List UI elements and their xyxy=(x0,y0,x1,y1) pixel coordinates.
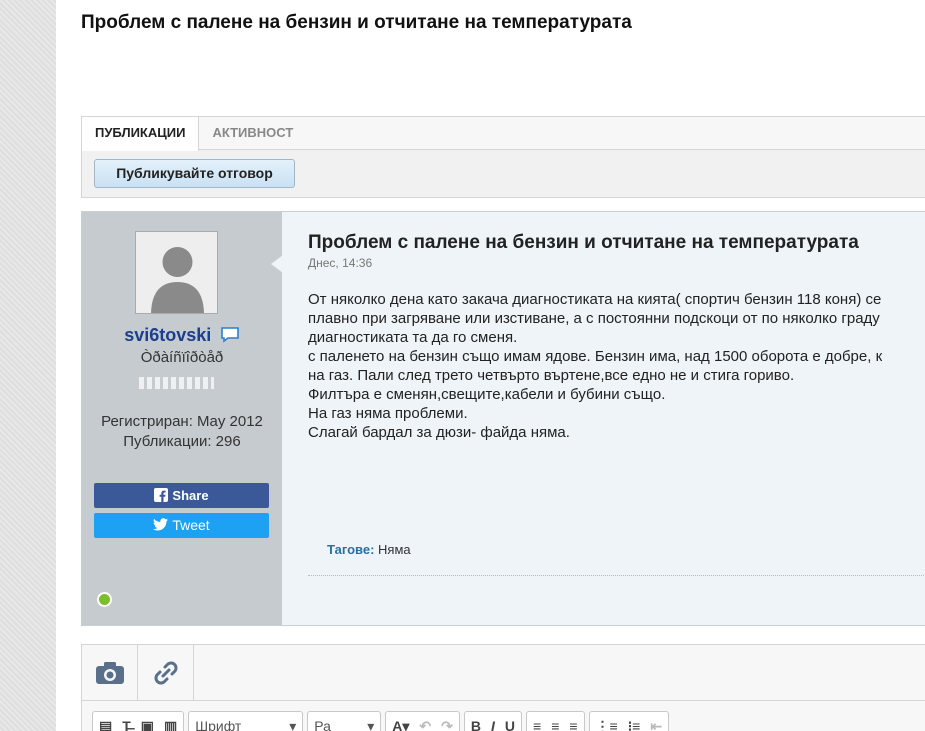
topic-tabs-panel: ПУБЛИКАЦИИ АКТИВНОСТ Публикувайте отгово… xyxy=(81,116,925,198)
tab-activity[interactable]: АКТИВНОСТ xyxy=(199,117,306,150)
post-body-line: с паленето на бензин също имам ядове. Бе… xyxy=(308,348,883,365)
remove-format-icon[interactable]: T̶ xyxy=(122,718,131,731)
user-rank: Òðàíñïîðòåð xyxy=(140,349,224,366)
link-icon xyxy=(154,661,177,685)
numbered-list-icon[interactable]: ⋮≡ xyxy=(596,718,618,731)
bullet-list-icon[interactable]: ⁝≡ xyxy=(628,718,641,731)
reply-editor: ▤ T̶ ▣ ▥ Шрифт ▾ Ра ▾ A▾ ↶ ↷ B I U ≡ ≡ ≡… xyxy=(81,644,925,731)
align-center-icon[interactable]: ≡ xyxy=(551,718,559,731)
paste-text-icon[interactable]: ▣ xyxy=(141,718,154,731)
media-toolbar xyxy=(82,645,925,701)
tab-publications[interactable]: ПУБЛИКАЦИИ xyxy=(82,117,200,151)
post-title: Проблем с палене на бензин и отчитане на… xyxy=(308,232,859,253)
post-tags: Тагове: Няма xyxy=(327,542,411,557)
username-link[interactable]: svi6tovski xyxy=(124,325,211,345)
divider xyxy=(308,575,925,576)
undo-icon[interactable]: ↶ xyxy=(419,718,431,731)
user-meta: Регистриран: May 2012 Публикации: 296 xyxy=(82,412,282,451)
text-color-label: A xyxy=(392,717,403,731)
align-right-icon[interactable]: ≡ xyxy=(569,718,577,731)
camera-icon xyxy=(95,662,124,684)
underline-button[interactable]: U xyxy=(505,718,515,731)
post-date[interactable]: Днес, 14:36 xyxy=(308,256,925,270)
size-select-label: Ра xyxy=(314,718,331,731)
post-body-line: Филтъра е сменян,свещите,кабели и бубини… xyxy=(308,386,666,403)
post-body-line: Слагай бардал за дюзи- файда няма. xyxy=(308,424,570,441)
clipboard-group: ▤ T̶ ▣ ▥ xyxy=(92,711,185,731)
tweet-label: Tweet xyxy=(172,517,210,533)
tweet-button[interactable]: Tweet xyxy=(94,513,269,538)
tags-label: Тагове: xyxy=(327,542,375,557)
forum-post: svi6tovski Òðàíñïîðòåð Регистриран: May … xyxy=(81,211,925,626)
source-icon[interactable]: ▤ xyxy=(99,718,112,731)
post-body: От няколко дена като закача диагностикат… xyxy=(308,290,925,442)
online-status-indicator xyxy=(97,592,112,607)
post-body-line: диагностиката та да го сменя. xyxy=(308,329,518,346)
insert-image-button[interactable] xyxy=(82,645,138,701)
formatting-toolbar: ▤ T̶ ▣ ▥ Шрифт ▾ Ра ▾ A▾ ↶ ↷ B I U ≡ ≡ ≡… xyxy=(92,711,670,731)
paste-word-icon[interactable]: ▥ xyxy=(164,718,177,731)
outdent-icon[interactable]: ⇤ xyxy=(650,718,662,731)
chevron-down-icon: ▾ xyxy=(367,717,375,731)
message-icon[interactable] xyxy=(220,326,240,348)
avatar[interactable] xyxy=(135,231,218,314)
size-select[interactable]: Ра ▾ xyxy=(307,711,382,731)
italic-button[interactable]: I xyxy=(491,718,495,731)
speech-arrow xyxy=(271,255,283,273)
tabs-row: ПУБЛИКАЦИИ АКТИВНОСТ xyxy=(82,117,925,151)
post-reply-button[interactable]: Публикувайте отговор xyxy=(94,159,295,188)
font-select[interactable]: Шрифт ▾ xyxy=(188,711,304,731)
post-body-line: на газ. Пали след трето четвърто въртене… xyxy=(308,367,795,384)
default-user-icon xyxy=(136,232,217,313)
list-group: ⋮≡ ⁝≡ ⇤ xyxy=(588,711,670,731)
page-title: Проблем с палене на бензин и отчитане на… xyxy=(81,12,632,33)
color-undo-group: A▾ ↶ ↷ xyxy=(385,711,460,731)
facebook-icon xyxy=(154,488,169,502)
facebook-share-button[interactable]: Share xyxy=(94,483,269,508)
username-row: svi6tovski xyxy=(82,325,282,348)
post-body-line: плавно при загряване или изстиване, а с … xyxy=(308,310,880,327)
text-style-group: B I U xyxy=(463,711,523,731)
reputation-bar xyxy=(139,377,214,389)
post-body-line: От няколко дена като закача диагностикат… xyxy=(308,291,882,308)
post-content: Проблем с палене на бензин и отчитане на… xyxy=(308,232,925,442)
insert-link-button[interactable] xyxy=(138,645,194,701)
bold-button[interactable]: B xyxy=(471,718,481,731)
page-background-pattern xyxy=(0,0,56,731)
twitter-icon xyxy=(153,518,169,531)
post-body-line: На газ няма проблеми. xyxy=(308,405,468,422)
share-label: Share xyxy=(172,488,209,503)
text-color-button[interactable]: A▾ xyxy=(392,718,409,731)
registered-date: Регистриран: May 2012 xyxy=(101,413,263,430)
align-group: ≡ ≡ ≡ xyxy=(526,711,585,731)
chevron-down-icon: ▾ xyxy=(289,717,297,731)
tags-value: Няма xyxy=(378,542,411,557)
align-left-icon[interactable]: ≡ xyxy=(533,718,541,731)
font-select-label: Шрифт xyxy=(195,718,242,731)
post-author-panel: svi6tovski Òðàíñïîðòåð Регистриран: May … xyxy=(82,212,282,625)
redo-icon[interactable]: ↷ xyxy=(441,718,453,731)
forum-page: Проблем с палене на бензин и отчитане на… xyxy=(56,0,925,731)
posts-count: Публикации: 296 xyxy=(123,432,241,450)
